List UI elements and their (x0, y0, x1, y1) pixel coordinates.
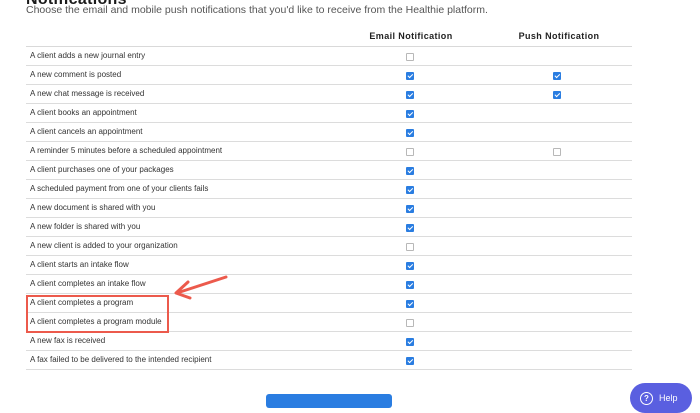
table-header: Email Notification Push Notification (26, 28, 632, 47)
notification-label: A client books an appointment (30, 108, 137, 117)
notification-label: A client adds a new journal entry (30, 51, 146, 60)
email-notification-checkbox[interactable] (406, 91, 414, 99)
push-notification-checkbox[interactable] (553, 91, 561, 99)
notification-label: A fax failed to be delivered to the inte… (30, 355, 212, 364)
table-row: A new fax is received (26, 332, 632, 351)
table-row: A fax failed to be delivered to the inte… (26, 351, 632, 370)
table-row: A client adds a new journal entry (26, 47, 632, 66)
table-row: A reminder 5 minutes before a scheduled … (26, 142, 632, 161)
email-notification-checkbox[interactable] (406, 319, 414, 327)
table-row: A new document is shared with you (26, 199, 632, 218)
email-notification-checkbox[interactable] (406, 205, 414, 213)
table-row: A client starts an intake flow (26, 256, 632, 275)
email-notification-checkbox[interactable] (406, 186, 414, 194)
notification-label: A client cancels an appointment (30, 127, 143, 136)
save-button[interactable] (266, 394, 392, 408)
notification-label: A new comment is posted (30, 70, 122, 79)
email-notification-checkbox[interactable] (406, 338, 414, 346)
table-row: A client purchases one of your packages (26, 161, 632, 180)
help-button[interactable]: ? Help (630, 383, 692, 413)
email-notification-checkbox[interactable] (406, 129, 414, 137)
email-notification-checkbox[interactable] (406, 110, 414, 118)
table-row: A client completes an intake flow (26, 275, 632, 294)
email-notification-checkbox[interactable] (406, 167, 414, 175)
email-notification-checkbox[interactable] (406, 281, 414, 289)
question-icon: ? (640, 391, 653, 405)
notification-label: A client starts an intake flow (30, 260, 129, 269)
push-notification-checkbox[interactable] (553, 148, 561, 156)
help-label: Help (659, 393, 678, 403)
email-notification-checkbox[interactable] (406, 243, 414, 251)
email-notification-checkbox[interactable] (406, 72, 414, 80)
email-notification-checkbox[interactable] (406, 148, 414, 156)
email-notification-checkbox[interactable] (406, 53, 414, 61)
notification-label: A new document is shared with you (30, 203, 156, 212)
table-body: A client adds a new journal entry A new c… (26, 47, 632, 370)
page-subtitle: Choose the email and mobile push notific… (26, 4, 488, 16)
notification-label: A reminder 5 minutes before a scheduled … (30, 146, 223, 155)
table-row: A new folder is shared with you (26, 218, 632, 237)
notification-label: A new folder is shared with you (30, 222, 141, 231)
notification-label: A client completes a program (30, 298, 134, 307)
email-notification-checkbox[interactable] (406, 357, 414, 365)
notification-label: A new fax is received (30, 336, 106, 345)
table-row: A new chat message is received (26, 85, 632, 104)
email-column-header: Email Notification (369, 31, 453, 41)
table-row: A scheduled payment from one of your cli… (26, 180, 632, 199)
email-notification-checkbox[interactable] (406, 300, 414, 308)
table-row: A client completes a program (26, 294, 632, 313)
notifications-table: Email Notification Push Notification A c… (26, 28, 632, 370)
push-column-header: Push Notification (518, 31, 600, 41)
table-row: A client cancels an appointment (26, 123, 632, 142)
table-row: A client books an appointment (26, 104, 632, 123)
table-row: A new client is added to your organizati… (26, 237, 632, 256)
notification-label: A client completes a program module (30, 317, 162, 326)
notification-label: A scheduled payment from one of your cli… (30, 184, 209, 193)
table-row: A client completes a program module (26, 313, 632, 332)
email-notification-checkbox[interactable] (406, 262, 414, 270)
table-row: A new comment is posted (26, 66, 632, 85)
email-notification-checkbox[interactable] (406, 224, 414, 232)
notification-label: A new chat message is received (30, 89, 145, 98)
notification-label: A new client is added to your organizati… (30, 241, 178, 250)
notification-label: A client purchases one of your packages (30, 165, 174, 174)
notification-label: A client completes an intake flow (30, 279, 146, 288)
push-notification-checkbox[interactable] (553, 72, 561, 80)
